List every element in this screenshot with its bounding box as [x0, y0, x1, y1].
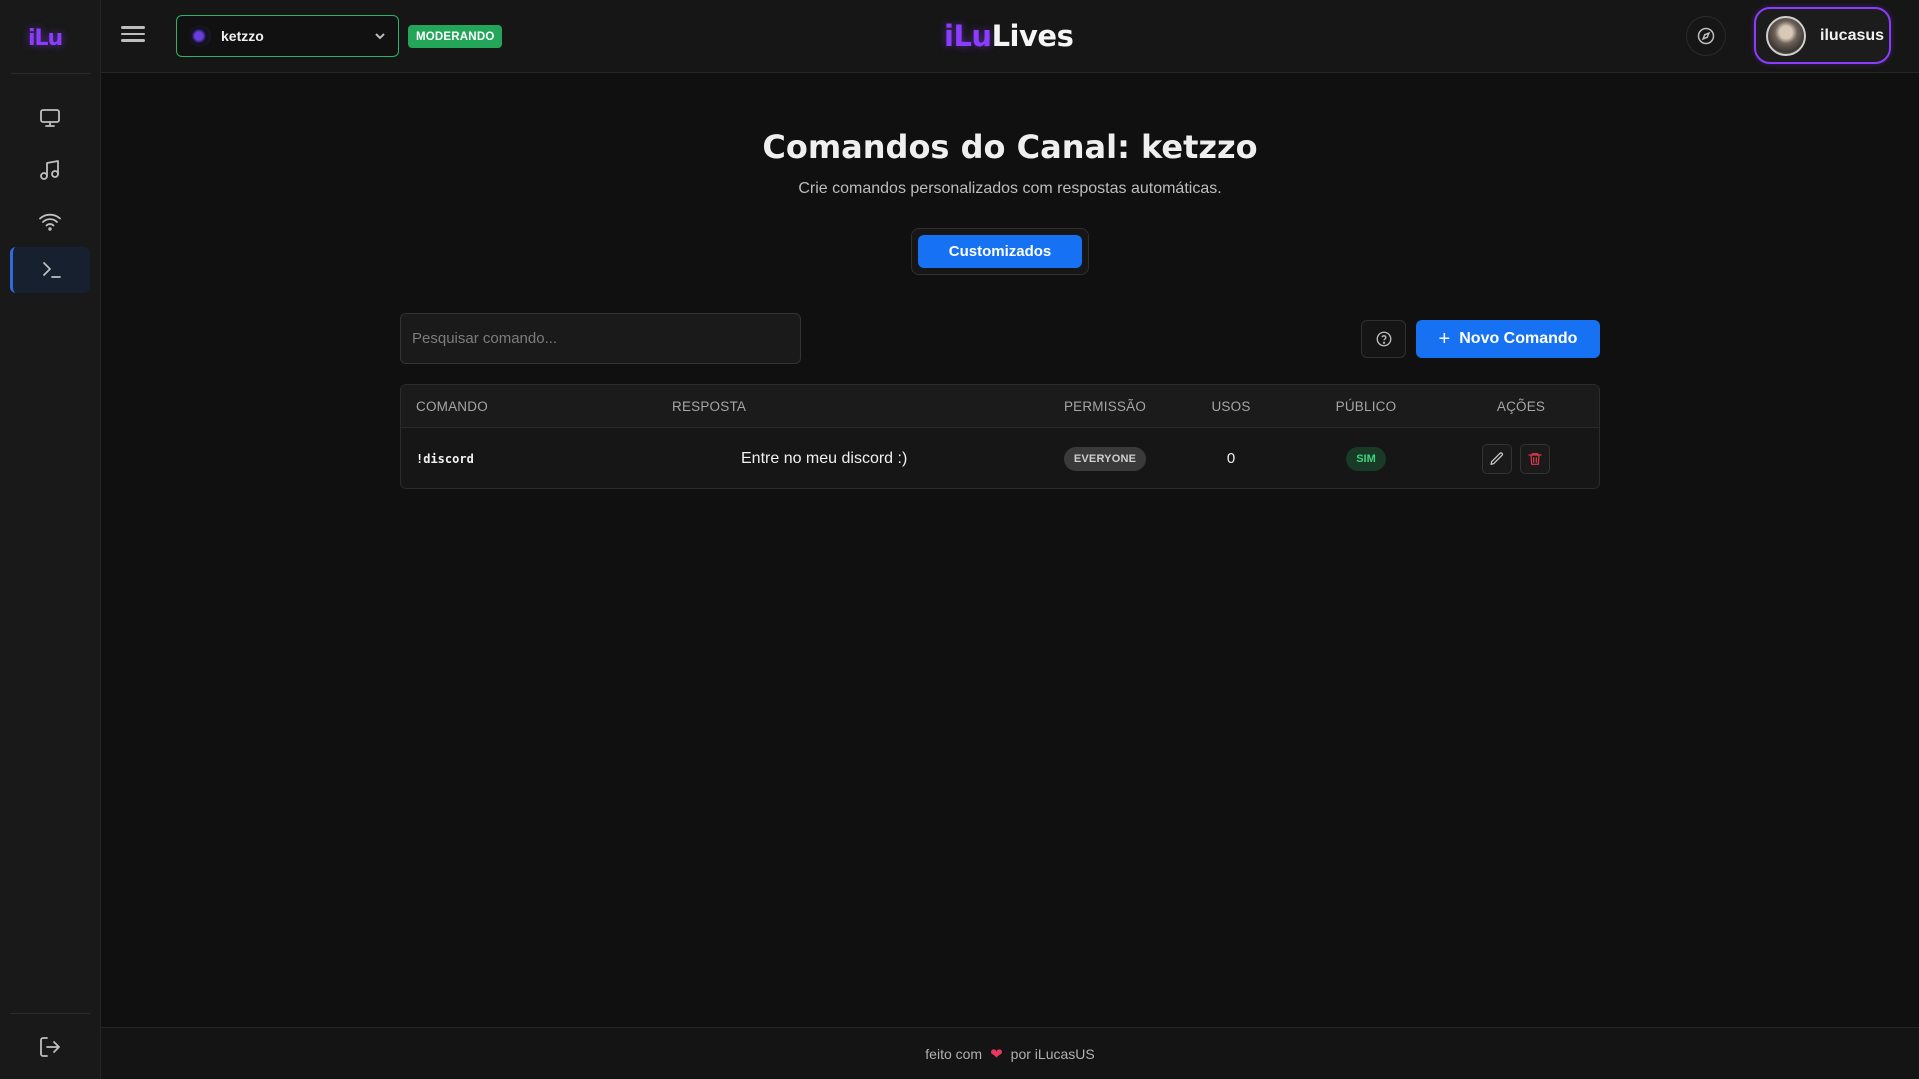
column-header-permission: PERMISSÃO [1063, 399, 1147, 414]
column-header-uses: USOS [1211, 399, 1251, 414]
chevron-down-icon [374, 29, 386, 41]
column-header-response: RESPOSTA [672, 399, 747, 414]
top-header: ketzzo MODERANDO iLuLives ilucasus [101, 0, 1919, 73]
channel-name: ketzzo [221, 28, 264, 44]
tab-customizados[interactable]: Customizados [918, 235, 1082, 268]
hamburger-line [121, 26, 145, 29]
plus-icon: + [1438, 328, 1451, 350]
monitor-icon [40, 109, 60, 127]
public-badge: SIM [1346, 446, 1386, 471]
actions-cell [1482, 428, 1592, 488]
footer-text-after: por iLucasUS [1010, 1045, 1095, 1062]
user-name: ilucasus [1820, 26, 1885, 44]
delete-command-button[interactable] [1520, 443, 1550, 474]
help-circle-icon [1376, 331, 1391, 347]
sidebar-item-commands[interactable] [10, 247, 90, 293]
table-row: !discord Entre no meu discord :) EVERYON… [401, 428, 1599, 488]
brand-logo: iLuLives [944, 19, 1074, 53]
trash-icon [1528, 452, 1542, 465]
avatar [1766, 15, 1806, 56]
column-header-actions: AÇÕES [1496, 399, 1546, 414]
hamburger-line [121, 39, 145, 42]
edit-command-button[interactable] [1482, 443, 1512, 474]
footer-text-before: feito com [925, 1045, 983, 1062]
app-logo[interactable]: iLu [28, 26, 72, 52]
brand-part-lives: Lives [991, 19, 1074, 53]
heart-icon: ❤ [990, 1045, 1003, 1063]
footer: feito com ❤ por iLucasUS [101, 1027, 1919, 1079]
page-subtitle: Crie comandos personalizados com respost… [798, 180, 1222, 197]
uses-count: 0 [1226, 450, 1236, 467]
wifi-icon [39, 213, 61, 231]
column-header-public: PÚBLICO [1335, 399, 1397, 414]
command-name: !discord [416, 451, 474, 466]
new-command-label: Novo Comando [1459, 330, 1578, 347]
sidebar-item-monitor[interactable] [10, 95, 90, 141]
terminal-icon [42, 262, 61, 278]
command-response: Entre no meu discord :) [741, 449, 908, 467]
menu-toggle-button[interactable] [121, 23, 145, 47]
pencil-icon [1490, 451, 1503, 465]
permission-badge: EVERYONE [1063, 446, 1147, 471]
public-cell: SIM [1311, 428, 1421, 488]
sidebar-divider [10, 73, 90, 74]
commands-table: COMANDO RESPOSTA PERMISSÃO USOS PÚBLICO … [400, 384, 1600, 489]
page-title: Comandos do Canal: ketzzo [762, 128, 1258, 166]
table-header: COMANDO RESPOSTA PERMISSÃO USOS PÚBLICO … [401, 385, 1599, 428]
permission-cell: EVERYONE [1045, 428, 1165, 488]
compass-icon [1697, 27, 1715, 45]
channel-select[interactable]: ketzzo [176, 15, 399, 57]
column-header-command: COMANDO [416, 399, 488, 414]
logout-icon [40, 1037, 60, 1057]
sidebar-divider-bottom [10, 1013, 90, 1014]
sidebar: iLu [0, 0, 101, 1079]
explore-button[interactable] [1686, 16, 1726, 56]
search-input[interactable] [400, 313, 801, 364]
music-icon [40, 160, 59, 180]
logout-button[interactable] [10, 1024, 90, 1070]
brand-part-ilu: iLu [944, 19, 992, 53]
sidebar-item-wifi[interactable] [10, 199, 90, 245]
help-button[interactable] [1361, 320, 1406, 358]
tabs-container: Customizados [911, 228, 1089, 275]
user-menu-button[interactable]: ilucasus [1754, 7, 1891, 64]
sidebar-item-music[interactable] [10, 147, 90, 193]
hamburger-line [121, 32, 145, 35]
new-command-button[interactable]: + Novo Comando [1416, 320, 1600, 358]
role-badge: MODERANDO [408, 25, 503, 48]
channel-avatar [189, 25, 211, 47]
